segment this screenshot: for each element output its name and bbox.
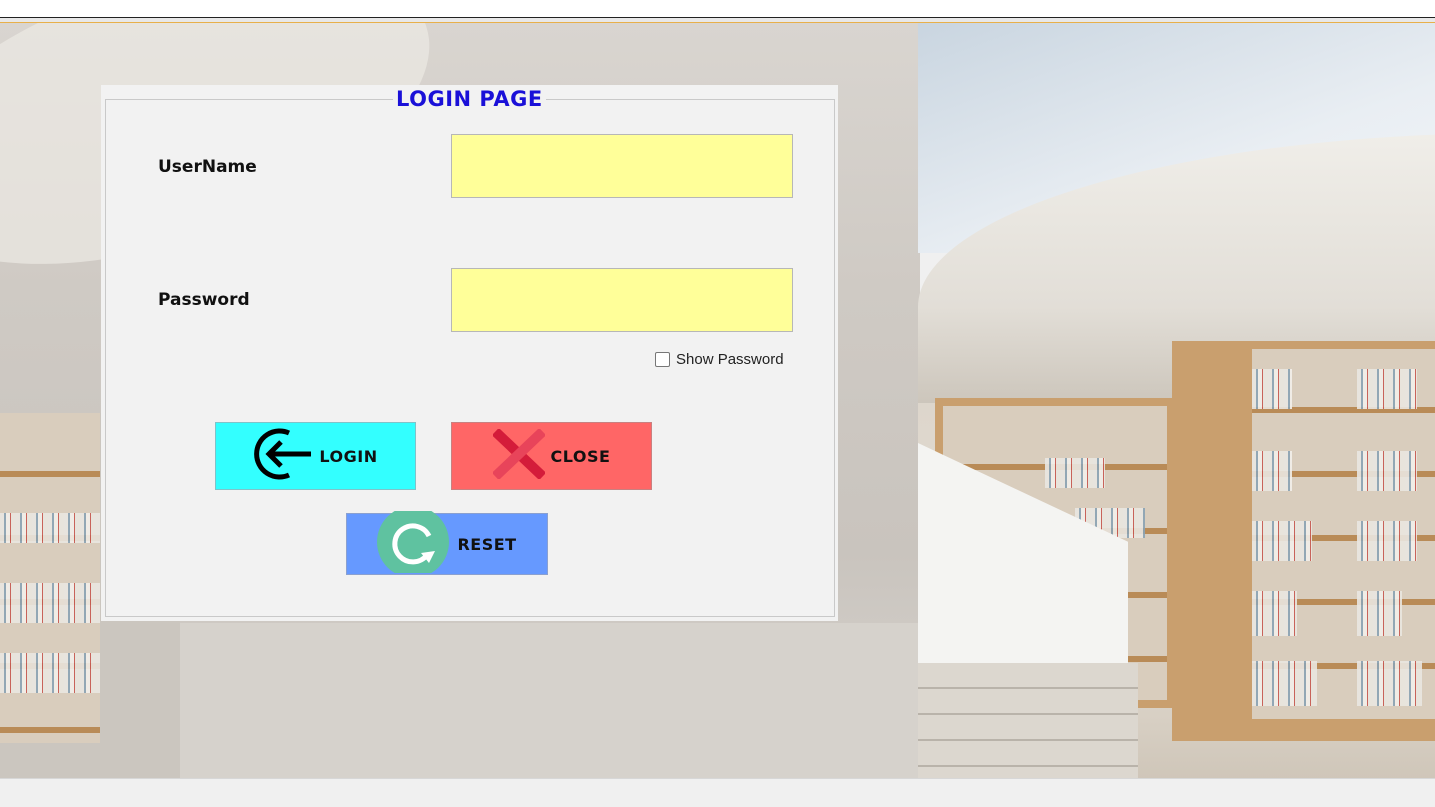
bg-books: [1252, 451, 1292, 491]
page-title: LOGIN PAGE: [393, 87, 546, 111]
bg-books: [1357, 521, 1417, 561]
bg-books: [1357, 591, 1402, 636]
username-label: UserName: [158, 157, 257, 177]
bg-bookshelf: [1172, 341, 1435, 741]
bg-books: [1357, 451, 1417, 491]
window-top-bar: [0, 0, 1435, 18]
password-field[interactable]: [451, 268, 793, 332]
reset-button-label: RESET: [457, 534, 517, 554]
bg-books: [1252, 521, 1312, 561]
bg-books: [1252, 661, 1317, 706]
show-password-checkbox[interactable]: [655, 352, 670, 367]
bg-books: [0, 583, 100, 623]
bg-books: [1252, 369, 1292, 409]
bg-books: [1357, 661, 1422, 706]
login-panel: LOGIN PAGE UserName Password Show Passwo…: [101, 85, 838, 621]
close-button-label: CLOSE: [550, 446, 611, 466]
show-password-toggle[interactable]: Show Password: [655, 351, 784, 368]
bg-books: [1252, 591, 1297, 636]
bg-books: [1357, 369, 1417, 409]
password-label: Password: [158, 290, 250, 310]
reset-button[interactable]: RESET: [346, 506, 548, 578]
bg-steps: [918, 663, 1138, 778]
login-button-label: LOGIN: [319, 446, 378, 466]
close-button[interactable]: CLOSE: [451, 422, 652, 490]
bg-books: [1045, 458, 1105, 488]
bg-books: [0, 653, 100, 693]
login-arrow-icon: [253, 425, 313, 487]
bg-shelf: [0, 413, 100, 743]
username-field[interactable]: [451, 134, 793, 198]
bg-floor-wall: [180, 623, 920, 778]
refresh-icon: [377, 506, 451, 578]
window-bottom-bar: [0, 778, 1435, 807]
login-button[interactable]: LOGIN: [215, 422, 416, 490]
bg-books: [0, 513, 100, 543]
show-password-label: Show Password: [676, 351, 784, 368]
red-x-icon: [491, 427, 546, 483]
